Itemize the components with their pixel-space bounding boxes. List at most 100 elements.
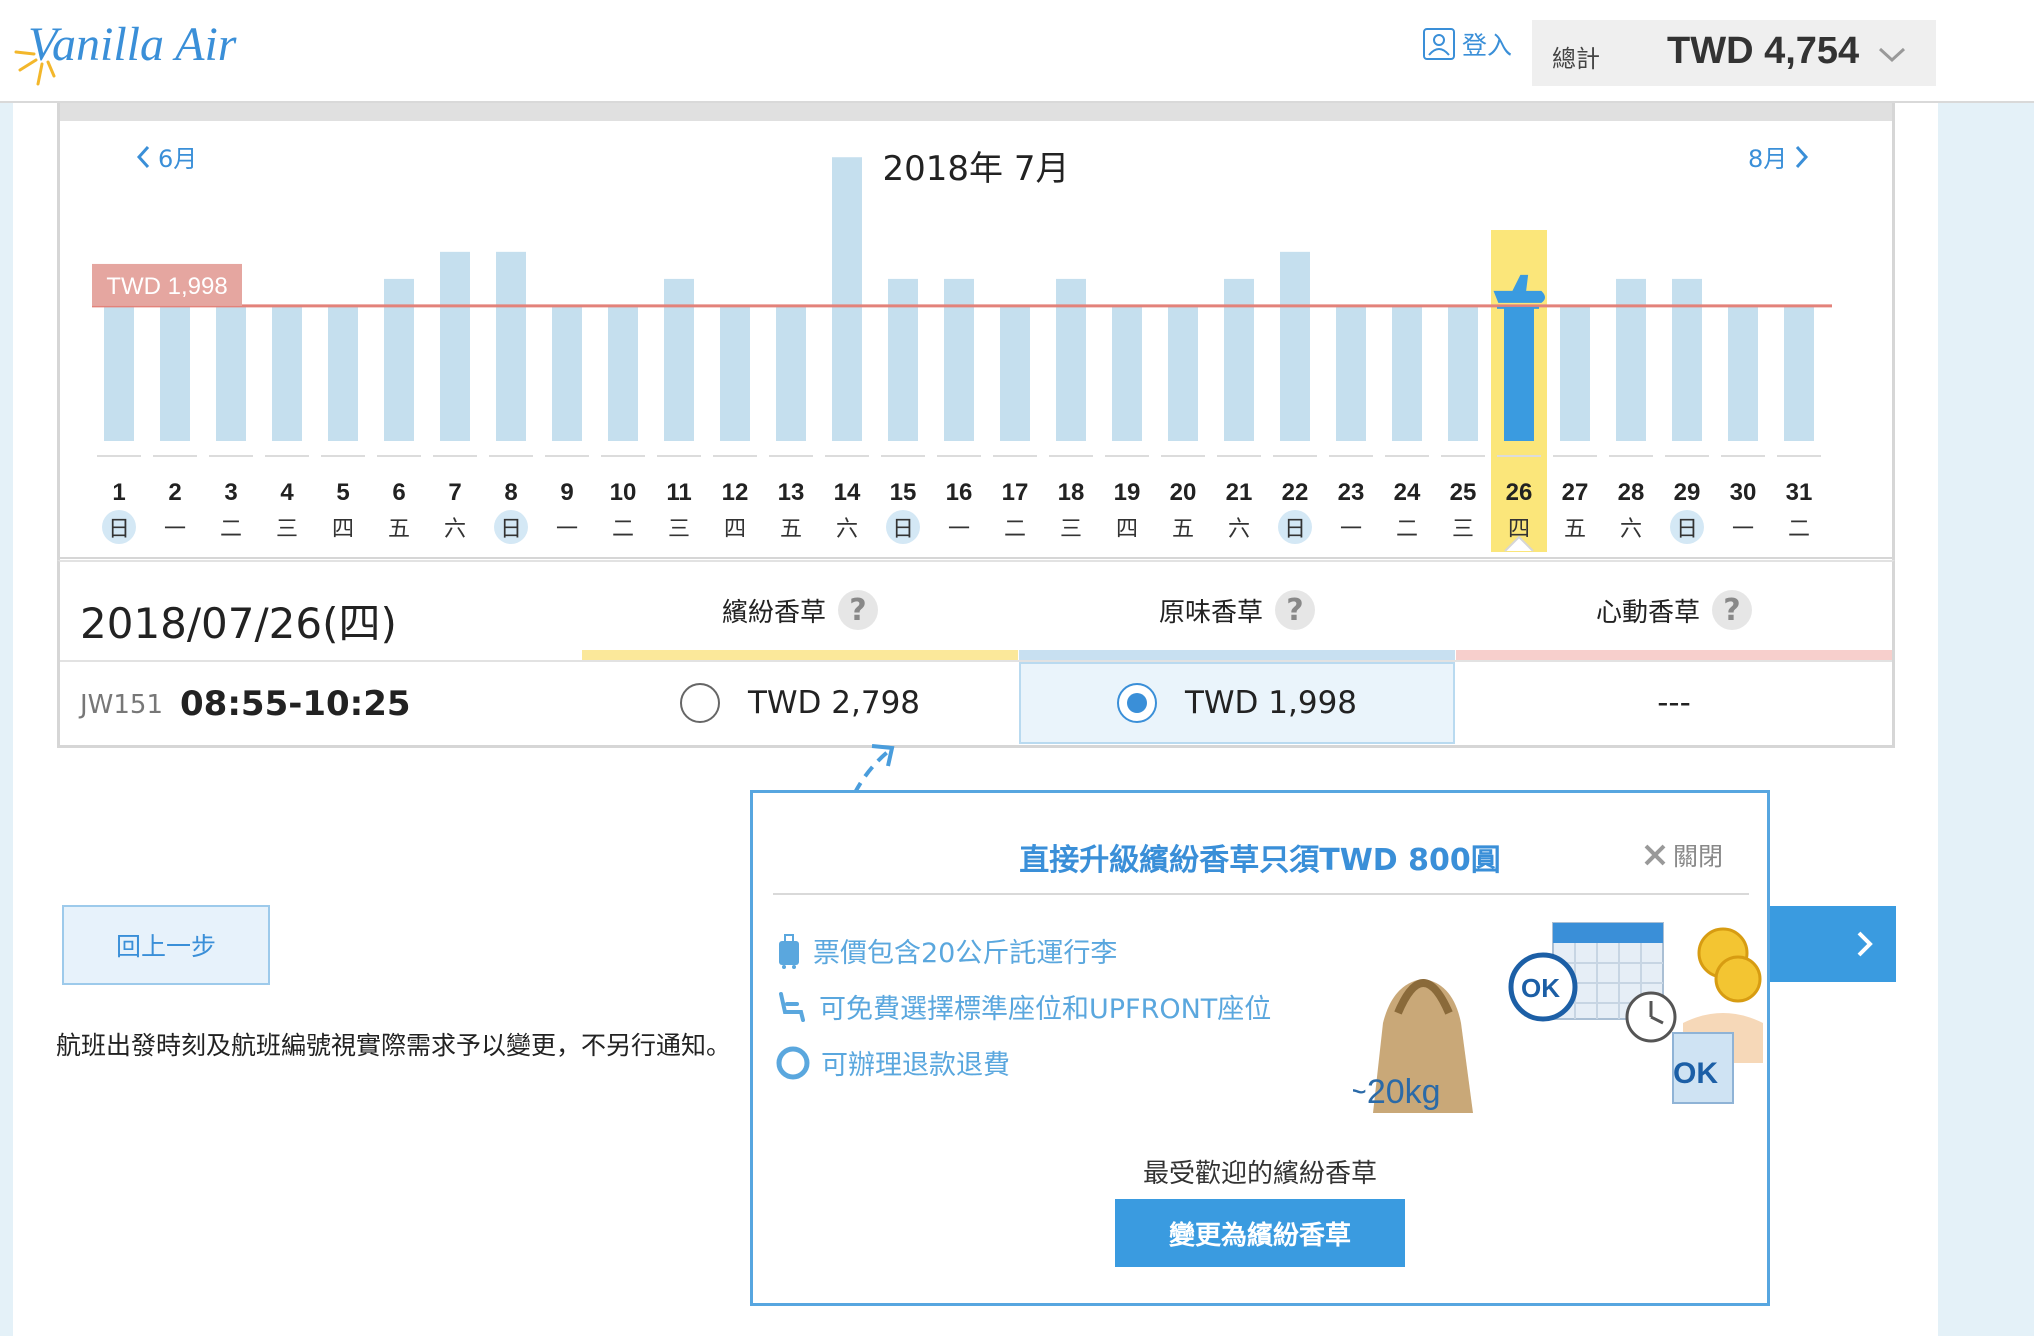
weekday-label: 四 xyxy=(724,517,746,542)
price-bar[interactable] xyxy=(1784,305,1814,441)
price-bar[interactable] xyxy=(888,278,918,441)
price-bar[interactable] xyxy=(272,305,302,441)
price-bar[interactable] xyxy=(1392,305,1422,441)
day-number: 26 xyxy=(1506,479,1533,506)
price-bar[interactable] xyxy=(1224,278,1254,441)
day-number: 27 xyxy=(1562,479,1589,506)
total-label: 總計 xyxy=(1552,45,1600,73)
back-button[interactable]: 回上一步 xyxy=(62,905,270,985)
page-background-right xyxy=(1938,103,2034,1336)
day-number: 31 xyxy=(1786,479,1813,506)
price-bar[interactable] xyxy=(1168,305,1198,441)
selected-date: 2018/07/26(四) xyxy=(80,599,397,648)
price-bar[interactable] xyxy=(776,305,806,441)
day-number: 23 xyxy=(1338,479,1365,506)
change-to-wonderful-button[interactable]: 變更為繽紛香草 xyxy=(1115,1199,1405,1267)
day-number: 8 xyxy=(504,479,517,506)
weekday-label: 三 xyxy=(1060,517,1082,542)
day-number: 29 xyxy=(1674,479,1701,506)
weekday-label: 五 xyxy=(1564,517,1586,542)
day-number: 12 xyxy=(722,479,749,506)
ok-label: OK xyxy=(1673,1057,1718,1090)
weekday-label: 五 xyxy=(1172,517,1194,542)
price-bar[interactable] xyxy=(1728,305,1758,441)
total-price-dropdown[interactable]: 總計 TWD 4,754 xyxy=(1532,20,1936,86)
benefit-text: 可辦理退款退費 xyxy=(821,1050,1010,1081)
next-button[interactable] xyxy=(1768,906,1896,982)
price-bar[interactable] xyxy=(1336,305,1366,441)
benefit-seat: 可免費選擇標準座位和UPFRONT座位 xyxy=(775,987,1271,1026)
weekday-label: 二 xyxy=(1004,517,1026,542)
weekday-label: 二 xyxy=(1396,517,1418,542)
fare-price: TWD 1,998 xyxy=(1184,685,1358,721)
price-bar[interactable] xyxy=(384,278,414,441)
day-number: 9 xyxy=(560,479,573,506)
price-bar[interactable] xyxy=(1672,278,1702,441)
price-bar[interactable] xyxy=(104,305,134,441)
chevron-right-icon xyxy=(1857,931,1873,957)
popup-divider xyxy=(773,893,1749,895)
login-link[interactable]: 登入 xyxy=(1422,24,1512,64)
radio-button[interactable] xyxy=(679,683,720,723)
weekday-label: 六 xyxy=(1228,517,1250,542)
price-bar[interactable] xyxy=(944,278,974,441)
popup-title: 直接升級繽紛香草只須TWD 800圓 xyxy=(1019,843,1501,878)
help-icon[interactable]: ? xyxy=(1275,590,1315,630)
page-background-left xyxy=(0,103,13,1336)
price-bar[interactable] xyxy=(1112,305,1142,441)
day-number: 13 xyxy=(778,479,805,506)
help-icon[interactable]: ? xyxy=(838,590,878,630)
close-button[interactable]: 關閉 xyxy=(1643,837,1723,873)
price-calendar: 6月 2018年 7月 8月 TWD 1,998 1 日 2 一 3 二 4 三 5 四 6 五 7 六 8 日… xyxy=(57,103,1895,560)
benefit-baggage: 票價包含20公斤託運行李 xyxy=(775,931,1117,970)
benefit-text: 可免費選擇標準座位和UPFRONT座位 xyxy=(819,994,1272,1025)
weekday-label: 三 xyxy=(1452,517,1474,542)
fare-option-komi: --- xyxy=(1456,662,1892,744)
fare-price: TWD 2,798 xyxy=(747,685,921,721)
radio-button-selected[interactable] xyxy=(1116,683,1157,723)
circle-icon xyxy=(776,1046,810,1079)
weekday-label: 日 xyxy=(892,517,914,542)
price-bar[interactable] xyxy=(1448,305,1478,441)
price-bar[interactable] xyxy=(1280,251,1310,441)
day-number: 20 xyxy=(1170,479,1197,506)
price-bar[interactable] xyxy=(664,278,694,441)
price-bar[interactable] xyxy=(1056,278,1086,441)
price-bar[interactable] xyxy=(720,305,750,441)
price-bar[interactable] xyxy=(1616,278,1646,441)
benefit-refund: 可辦理退款退費 xyxy=(775,1043,1010,1082)
fare-option-wonderful[interactable]: TWD 2,798 xyxy=(582,662,1018,744)
price-bar[interactable] xyxy=(1504,305,1534,441)
day-number: 10 xyxy=(610,479,637,506)
day-number: 1 xyxy=(112,479,125,506)
day-number: 25 xyxy=(1450,479,1477,506)
day-number: 15 xyxy=(890,479,917,506)
day-number: 6 xyxy=(392,479,405,506)
day-number: 18 xyxy=(1058,479,1085,506)
price-bar[interactable] xyxy=(496,251,526,441)
weekday-label: 一 xyxy=(1340,517,1362,542)
price-bar[interactable] xyxy=(440,251,470,441)
price-bar[interactable] xyxy=(160,305,190,441)
help-icon[interactable]: ? xyxy=(1712,590,1752,630)
price-bar[interactable] xyxy=(1560,305,1590,441)
weekday-label: 二 xyxy=(220,517,242,542)
day-number: 28 xyxy=(1618,479,1645,506)
day-number: 4 xyxy=(280,479,294,506)
vanilla-air-logo[interactable]: Vanilla Air xyxy=(14,14,264,88)
day-number: 2 xyxy=(168,479,181,506)
price-bar[interactable] xyxy=(552,305,582,441)
price-bar[interactable] xyxy=(608,305,638,441)
day-number: 11 xyxy=(666,479,691,506)
price-bar[interactable] xyxy=(1000,305,1030,441)
fare-option-simple[interactable]: TWD 1,998 xyxy=(1019,662,1455,744)
close-icon xyxy=(1644,844,1666,866)
day-number: 21 xyxy=(1226,479,1253,506)
day-number: 3 xyxy=(224,479,237,506)
price-bar[interactable] xyxy=(832,157,862,441)
price-bar[interactable] xyxy=(328,305,358,441)
weekday-label: 四 xyxy=(332,517,354,542)
weekday-label: 日 xyxy=(108,517,130,542)
price-bar[interactable] xyxy=(216,305,246,441)
benefit-text: 票價包含20公斤託運行李 xyxy=(813,938,1118,969)
